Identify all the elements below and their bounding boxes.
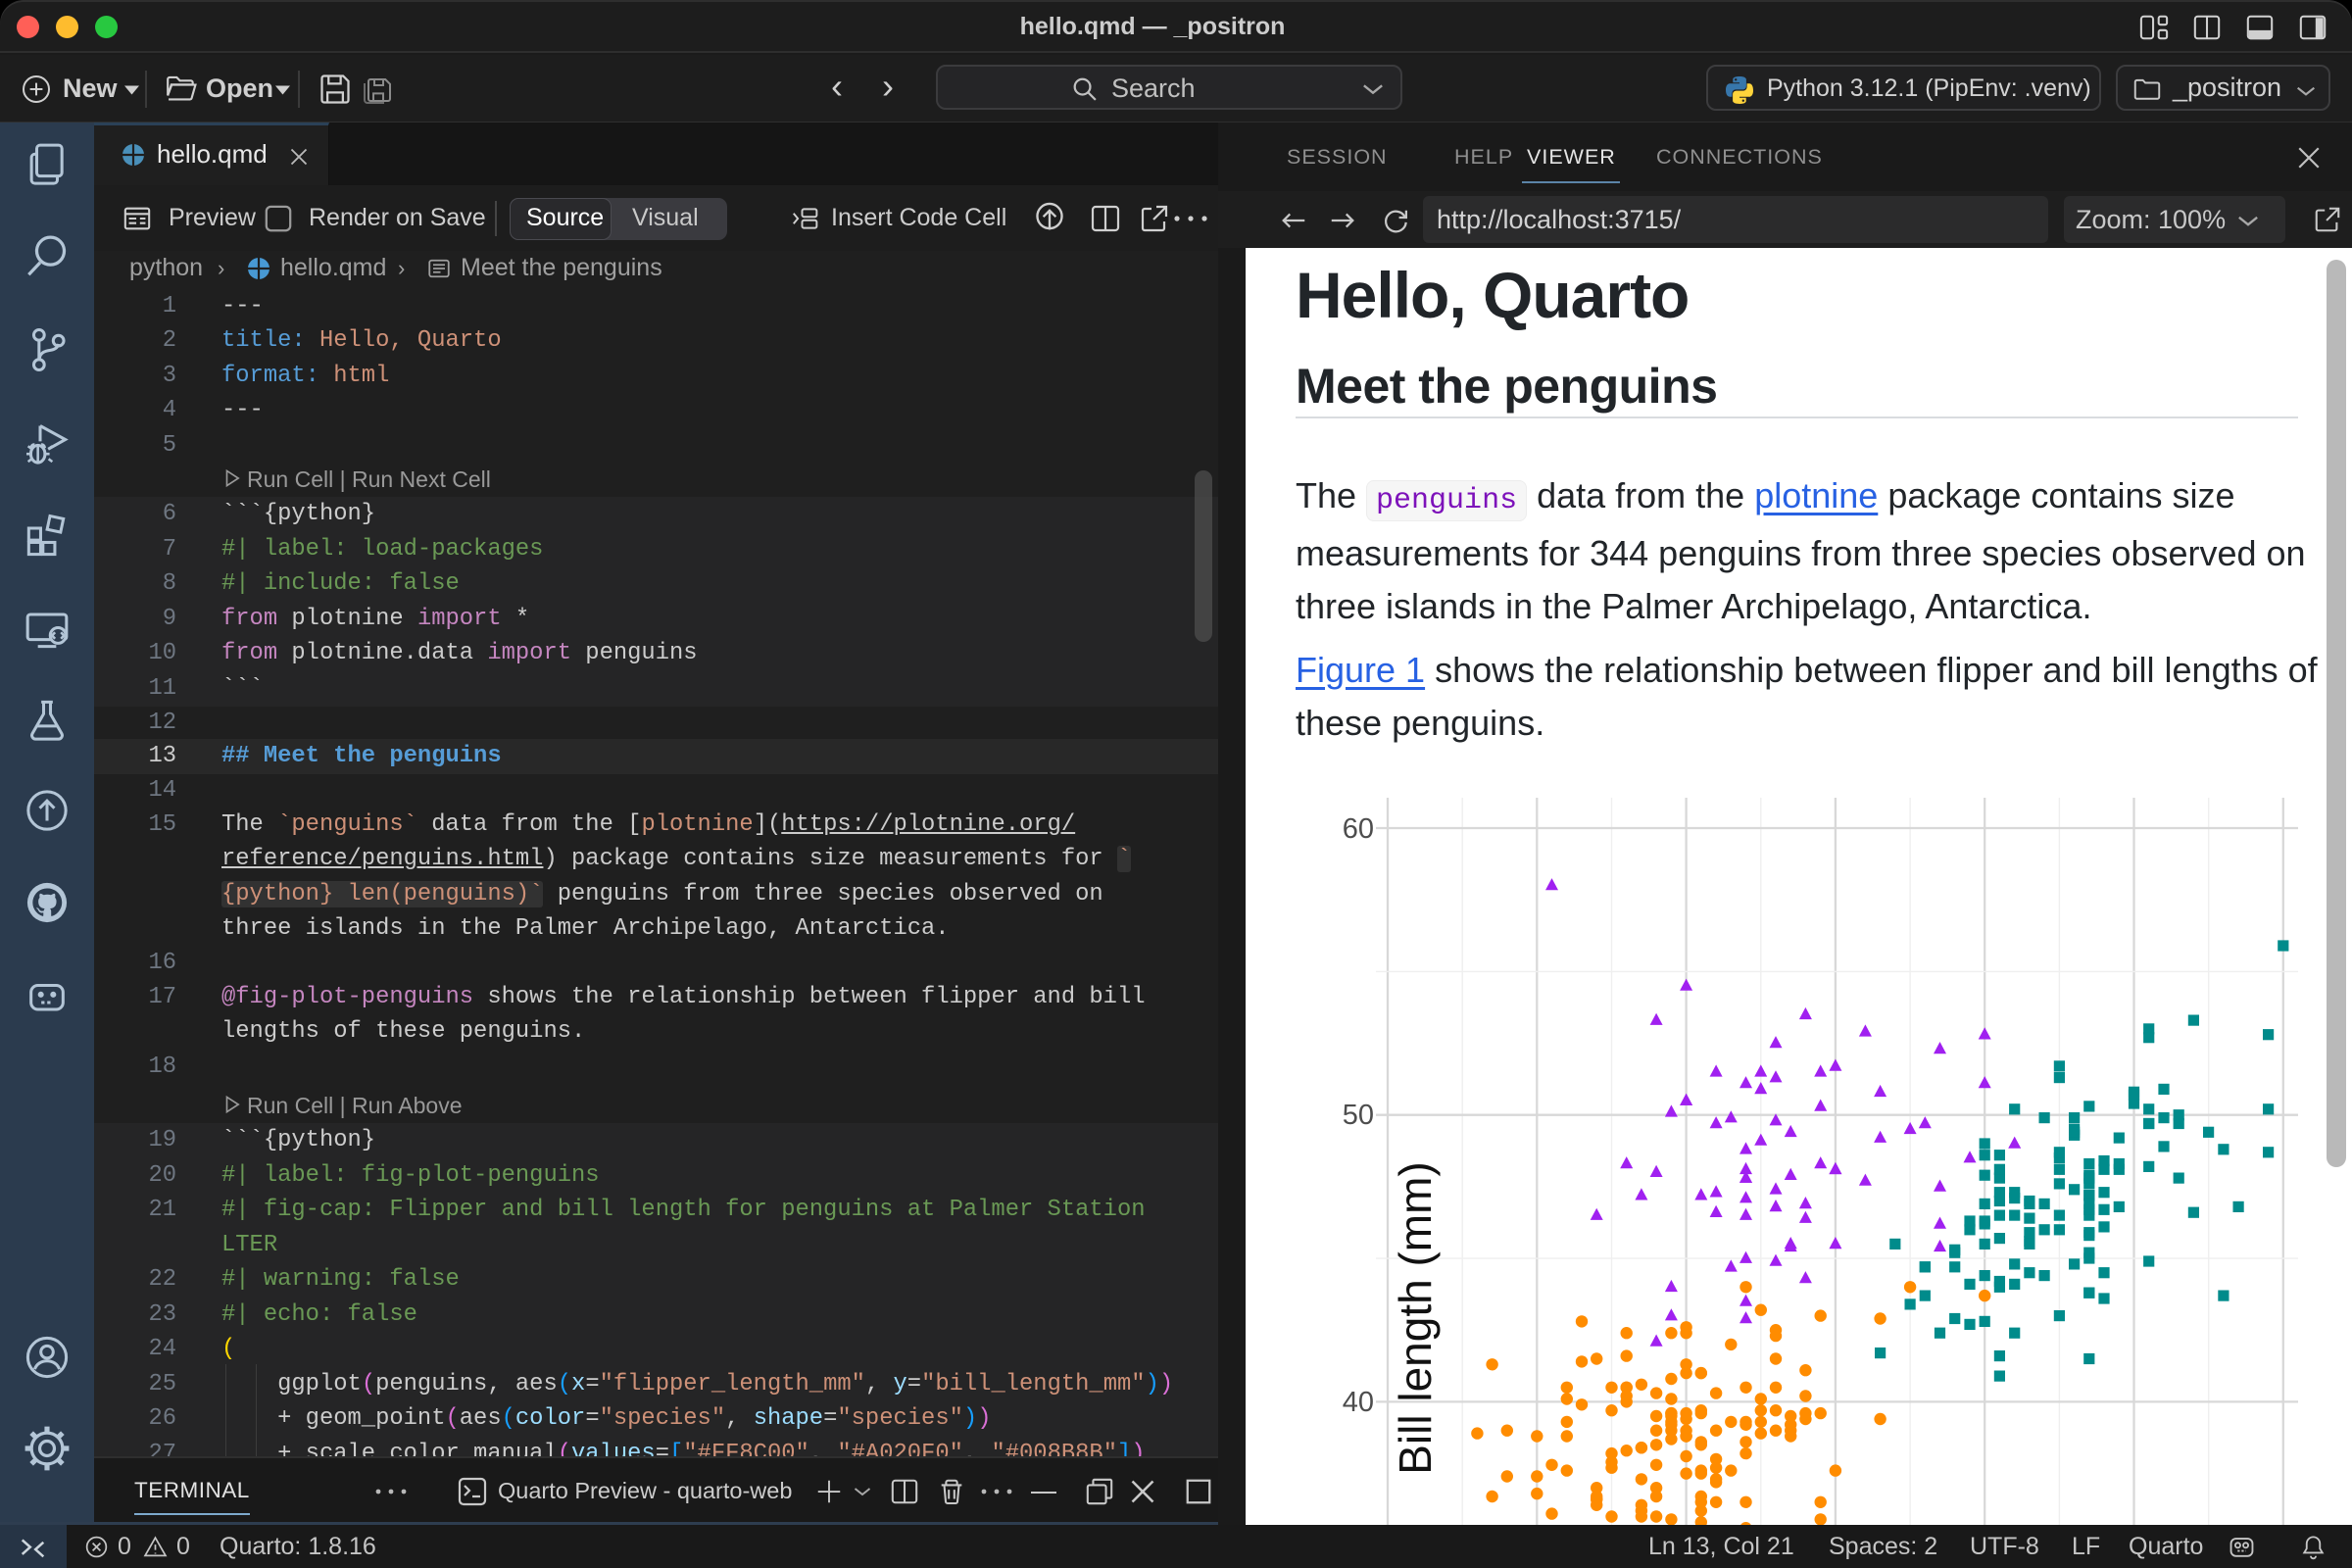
svg-text:60: 60 [1343, 813, 1374, 845]
svg-text:Bill length (mm): Bill length (mm) [1390, 1161, 1441, 1475]
svg-text:50: 50 [1343, 1100, 1374, 1131]
svg-text:40: 40 [1343, 1387, 1374, 1418]
